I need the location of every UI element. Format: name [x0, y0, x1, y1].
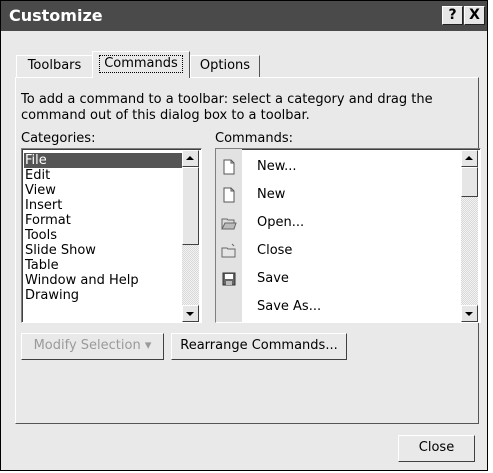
arrow-up-icon: [465, 156, 473, 160]
rearrange-commands-button[interactable]: Rearrange Commands...: [171, 333, 347, 360]
category-item[interactable]: File: [24, 153, 197, 168]
commands-scroll-down-button[interactable]: [461, 305, 478, 322]
command-label: Save: [257, 271, 289, 286]
categories-scroll-up-button[interactable]: [182, 150, 199, 167]
tab-options-label: Options: [199, 58, 251, 73]
rearrange-commands-label: Rearrange Commands...: [180, 338, 338, 353]
category-item[interactable]: Window and Help: [25, 273, 139, 288]
commands-scroll-up-button[interactable]: [461, 150, 478, 167]
command-label: Save As...: [257, 299, 322, 314]
category-item[interactable]: Slide Show: [25, 243, 96, 258]
command-label: New: [257, 187, 286, 202]
arrow-down-icon: [465, 312, 473, 316]
command-item[interactable]: Save: [216, 265, 456, 293]
blank-page-icon: [223, 187, 235, 203]
command-label: New...: [257, 159, 297, 174]
close-icon: X: [469, 7, 480, 23]
categories-listbox[interactable]: File Edit View Insert Format Tools Slide…: [21, 148, 202, 323]
modify-selection-button[interactable]: Modify Selection ▾: [21, 333, 164, 360]
close-button-label: Close: [418, 440, 455, 455]
commands-scroll-thumb[interactable]: [461, 167, 478, 197]
command-label: Open...: [257, 215, 305, 230]
tab-options[interactable]: Options: [190, 55, 260, 77]
category-item[interactable]: Format: [25, 213, 71, 228]
tab-commands[interactable]: Commands: [92, 51, 190, 78]
category-item[interactable]: View: [25, 183, 56, 198]
tab-commands-label: Commands: [99, 55, 183, 73]
help-icon: ?: [448, 7, 457, 23]
category-item[interactable]: Table: [25, 258, 59, 273]
categories-scroll-thumb[interactable]: [182, 167, 199, 245]
command-item[interactable]: Close: [216, 237, 456, 265]
category-item[interactable]: Insert: [25, 198, 62, 213]
close-folder-icon: [221, 243, 236, 258]
modify-selection-label: Modify Selection: [33, 338, 141, 353]
dropdown-arrow-icon: ▾: [144, 338, 152, 353]
command-label: Close: [257, 243, 293, 258]
command-item[interactable]: New: [216, 181, 456, 209]
commands-listbox[interactable]: New... New Open... Close Save Save As...: [215, 148, 481, 323]
floppy-disk-icon: [222, 272, 236, 286]
arrow-down-icon: [186, 312, 194, 316]
open-folder-icon: [221, 218, 237, 230]
command-item[interactable]: Save As...: [216, 293, 456, 321]
blank-page-icon: [223, 159, 235, 175]
category-item[interactable]: Tools: [25, 228, 57, 243]
instructions-text: To add a command to a toolbar: select a …: [21, 92, 433, 123]
close-button[interactable]: Close: [398, 435, 475, 462]
title-bar[interactable]: Customize ? X: [1, 1, 487, 31]
close-window-button[interactable]: X: [464, 6, 485, 25]
category-item[interactable]: Edit: [25, 168, 50, 183]
customize-dialog: Customize ? X Toolbars Commands Options …: [0, 0, 488, 471]
command-item[interactable]: New...: [216, 153, 456, 181]
tab-toolbars-label: Toolbars: [27, 58, 82, 73]
categories-scroll-down-button[interactable]: [182, 305, 199, 322]
categories-label: Categories:: [21, 131, 96, 146]
arrow-up-icon: [186, 156, 194, 160]
category-item[interactable]: Drawing: [25, 288, 79, 303]
window-title: Customize: [9, 6, 103, 25]
help-button[interactable]: ?: [442, 6, 463, 25]
command-item[interactable]: Open...: [216, 209, 456, 237]
commands-label: Commands:: [215, 131, 293, 146]
tab-toolbars[interactable]: Toolbars: [16, 55, 93, 77]
